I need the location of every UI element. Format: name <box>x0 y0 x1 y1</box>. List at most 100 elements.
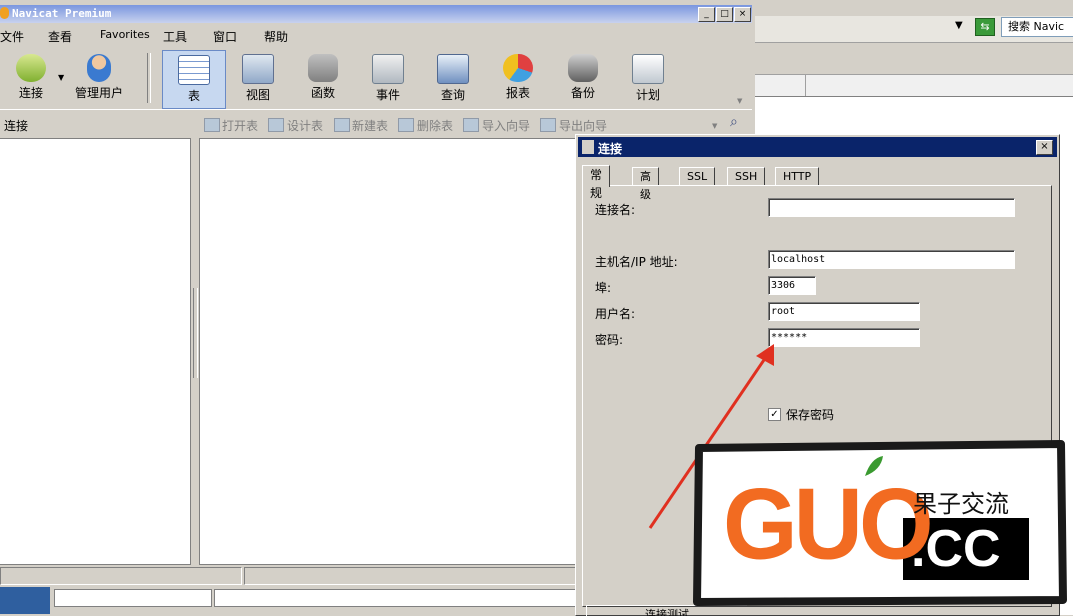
tab-general[interactable]: 常规 <box>582 165 611 200</box>
watermark-logo: GUO .CC 果子交流 <box>693 440 1067 606</box>
search-input[interactable]: 搜索 Navic <box>1001 17 1073 37</box>
toolbar-label: 计划 <box>635 88 660 102</box>
connection-name-input[interactable] <box>768 198 1015 217</box>
import-wizard-button[interactable]: 导入向导 <box>482 117 530 134</box>
connection-name-label: 连接名: <box>595 203 636 217</box>
open-table-icon <box>204 118 220 132</box>
menu-file[interactable]: 文件 <box>0 28 24 45</box>
manage-users-button[interactable]: 管理用户 <box>68 50 130 107</box>
connect-dropdown-icon[interactable]: ▼ <box>58 73 64 82</box>
object-list-pane[interactable] <box>199 138 577 565</box>
minimize-button[interactable]: _ <box>698 7 715 22</box>
connection-tree-pane[interactable] <box>0 138 191 565</box>
status-cell <box>0 567 242 585</box>
toolbar-separator <box>147 53 151 103</box>
app-titlebar: Navicat Premium _ □ × <box>0 5 752 23</box>
new-table-button[interactable]: 新建表 <box>352 117 388 134</box>
taskbar-fragment <box>0 587 50 614</box>
app-title: Navicat Premium <box>12 7 112 20</box>
connect-button[interactable]: 连接 <box>0 50 62 107</box>
manage-users-label: 管理用户 <box>74 86 123 100</box>
export-wizard-icon <box>540 118 556 132</box>
test-connection-button[interactable]: 连接测试 <box>586 605 747 616</box>
close-button[interactable]: × <box>734 7 751 22</box>
schedule-icon <box>632 54 664 84</box>
view-icon <box>242 54 274 84</box>
table-icon <box>178 55 210 85</box>
tab-ssl[interactable]: SSL <box>679 167 716 186</box>
open-table-button[interactable]: 打开表 <box>222 117 258 134</box>
menu-help[interactable]: 帮助 <box>264 28 288 45</box>
splitter-grip <box>193 288 198 378</box>
connect-label: 连接 <box>18 86 43 100</box>
watermark-domain-text: .CC <box>911 520 1001 578</box>
host-input[interactable]: localhost <box>768 250 1015 269</box>
status-cell <box>244 567 576 585</box>
main-toolbar: 连接 ▼ 管理用户 表 视图 函数 事件 查询 报表 备份 计划 ▼ <box>0 47 752 110</box>
watermark-tagline: 果子交流 <box>913 490 1009 518</box>
toolbar-label: 函数 <box>310 86 335 100</box>
function-icon <box>308 54 338 82</box>
toolbar-view-button[interactable]: 视图 <box>227 50 289 107</box>
export-wizard-button[interactable]: 导出向导 <box>559 117 607 134</box>
toolbar-label: 报表 <box>505 86 530 100</box>
tab-ssh[interactable]: SSH <box>727 167 766 186</box>
toolbar-overflow-icon[interactable]: ▼ <box>737 97 742 105</box>
password-label: 密码: <box>595 333 624 347</box>
host-label: 主机名/IP 地址: <box>595 255 678 269</box>
backup-icon <box>568 54 598 82</box>
background-header <box>755 74 1073 97</box>
object-toolbar: 连接 打开表 设计表 新建表 删除表 导入向导 导出向导 ▼ ⌕ <box>0 112 752 136</box>
toolbar-table-button[interactable]: 表 <box>162 50 226 109</box>
toolbar-query-button[interactable]: 查询 <box>422 50 484 107</box>
app-icon <box>0 7 9 19</box>
connection-pane-label: 连接 <box>4 119 29 133</box>
menu-tools[interactable]: 工具 <box>163 28 187 45</box>
user-icon <box>87 54 111 82</box>
toolbar-label: 查询 <box>440 88 465 102</box>
arrow-head-icon <box>756 344 774 366</box>
dialog-titlebar: 连接 × <box>578 137 1057 157</box>
subbar-dropdown-icon[interactable]: ▼ <box>712 122 717 130</box>
status-bar <box>0 565 576 585</box>
toolbar-report-button[interactable]: 报表 <box>487 50 549 107</box>
bottom-field <box>214 589 576 607</box>
bottom-area <box>0 587 576 614</box>
maximize-button[interactable]: □ <box>716 7 733 22</box>
event-icon <box>372 54 404 84</box>
menu-favorites[interactable]: Favorites <box>100 28 150 41</box>
toolbar-event-button[interactable]: 事件 <box>357 50 419 107</box>
header-divider <box>805 74 806 96</box>
menu-view[interactable]: 查看 <box>48 28 72 45</box>
port-input[interactable]: 3306 <box>768 276 816 295</box>
password-input[interactable]: ****** <box>768 328 920 347</box>
import-wizard-icon <box>463 118 479 132</box>
toolbar-schedule-button[interactable]: 计划 <box>617 50 679 107</box>
query-icon <box>437 54 469 84</box>
dialog-close-button[interactable]: × <box>1036 140 1053 155</box>
watermark-guo-text: GUO <box>723 468 934 581</box>
design-table-button[interactable]: 设计表 <box>287 117 323 134</box>
toolbar-function-button[interactable]: 函数 <box>292 50 354 107</box>
toolbar-label: 表 <box>187 89 200 103</box>
pane-splitter[interactable] <box>191 138 199 563</box>
design-table-icon <box>268 118 284 132</box>
username-input[interactable]: root <box>768 302 920 321</box>
report-icon <box>503 54 533 82</box>
delete-table-button[interactable]: 删除表 <box>417 117 453 134</box>
menu-bar: 文件 查看 Favorites 工具 窗口 帮助 <box>0 24 752 46</box>
menu-window[interactable]: 窗口 <box>213 28 237 45</box>
bottom-field <box>54 589 212 607</box>
delete-table-icon <box>398 118 414 132</box>
tab-http[interactable]: HTTP <box>775 167 820 186</box>
toolbar-label: 视图 <box>245 88 270 102</box>
search-icon[interactable]: ⌕ <box>730 114 738 130</box>
toolbar-backup-button[interactable]: 备份 <box>552 50 614 107</box>
port-label: 埠: <box>595 281 612 295</box>
toolbar-label: 事件 <box>375 88 400 102</box>
username-label: 用户名: <box>595 307 636 321</box>
refresh-icon[interactable]: ⇆ <box>975 18 995 36</box>
save-password-label: 保存密码 <box>786 408 835 422</box>
tab-advanced[interactable]: 高级 <box>632 167 659 201</box>
dropdown-arrow-icon[interactable]: ▼ <box>955 20 963 31</box>
